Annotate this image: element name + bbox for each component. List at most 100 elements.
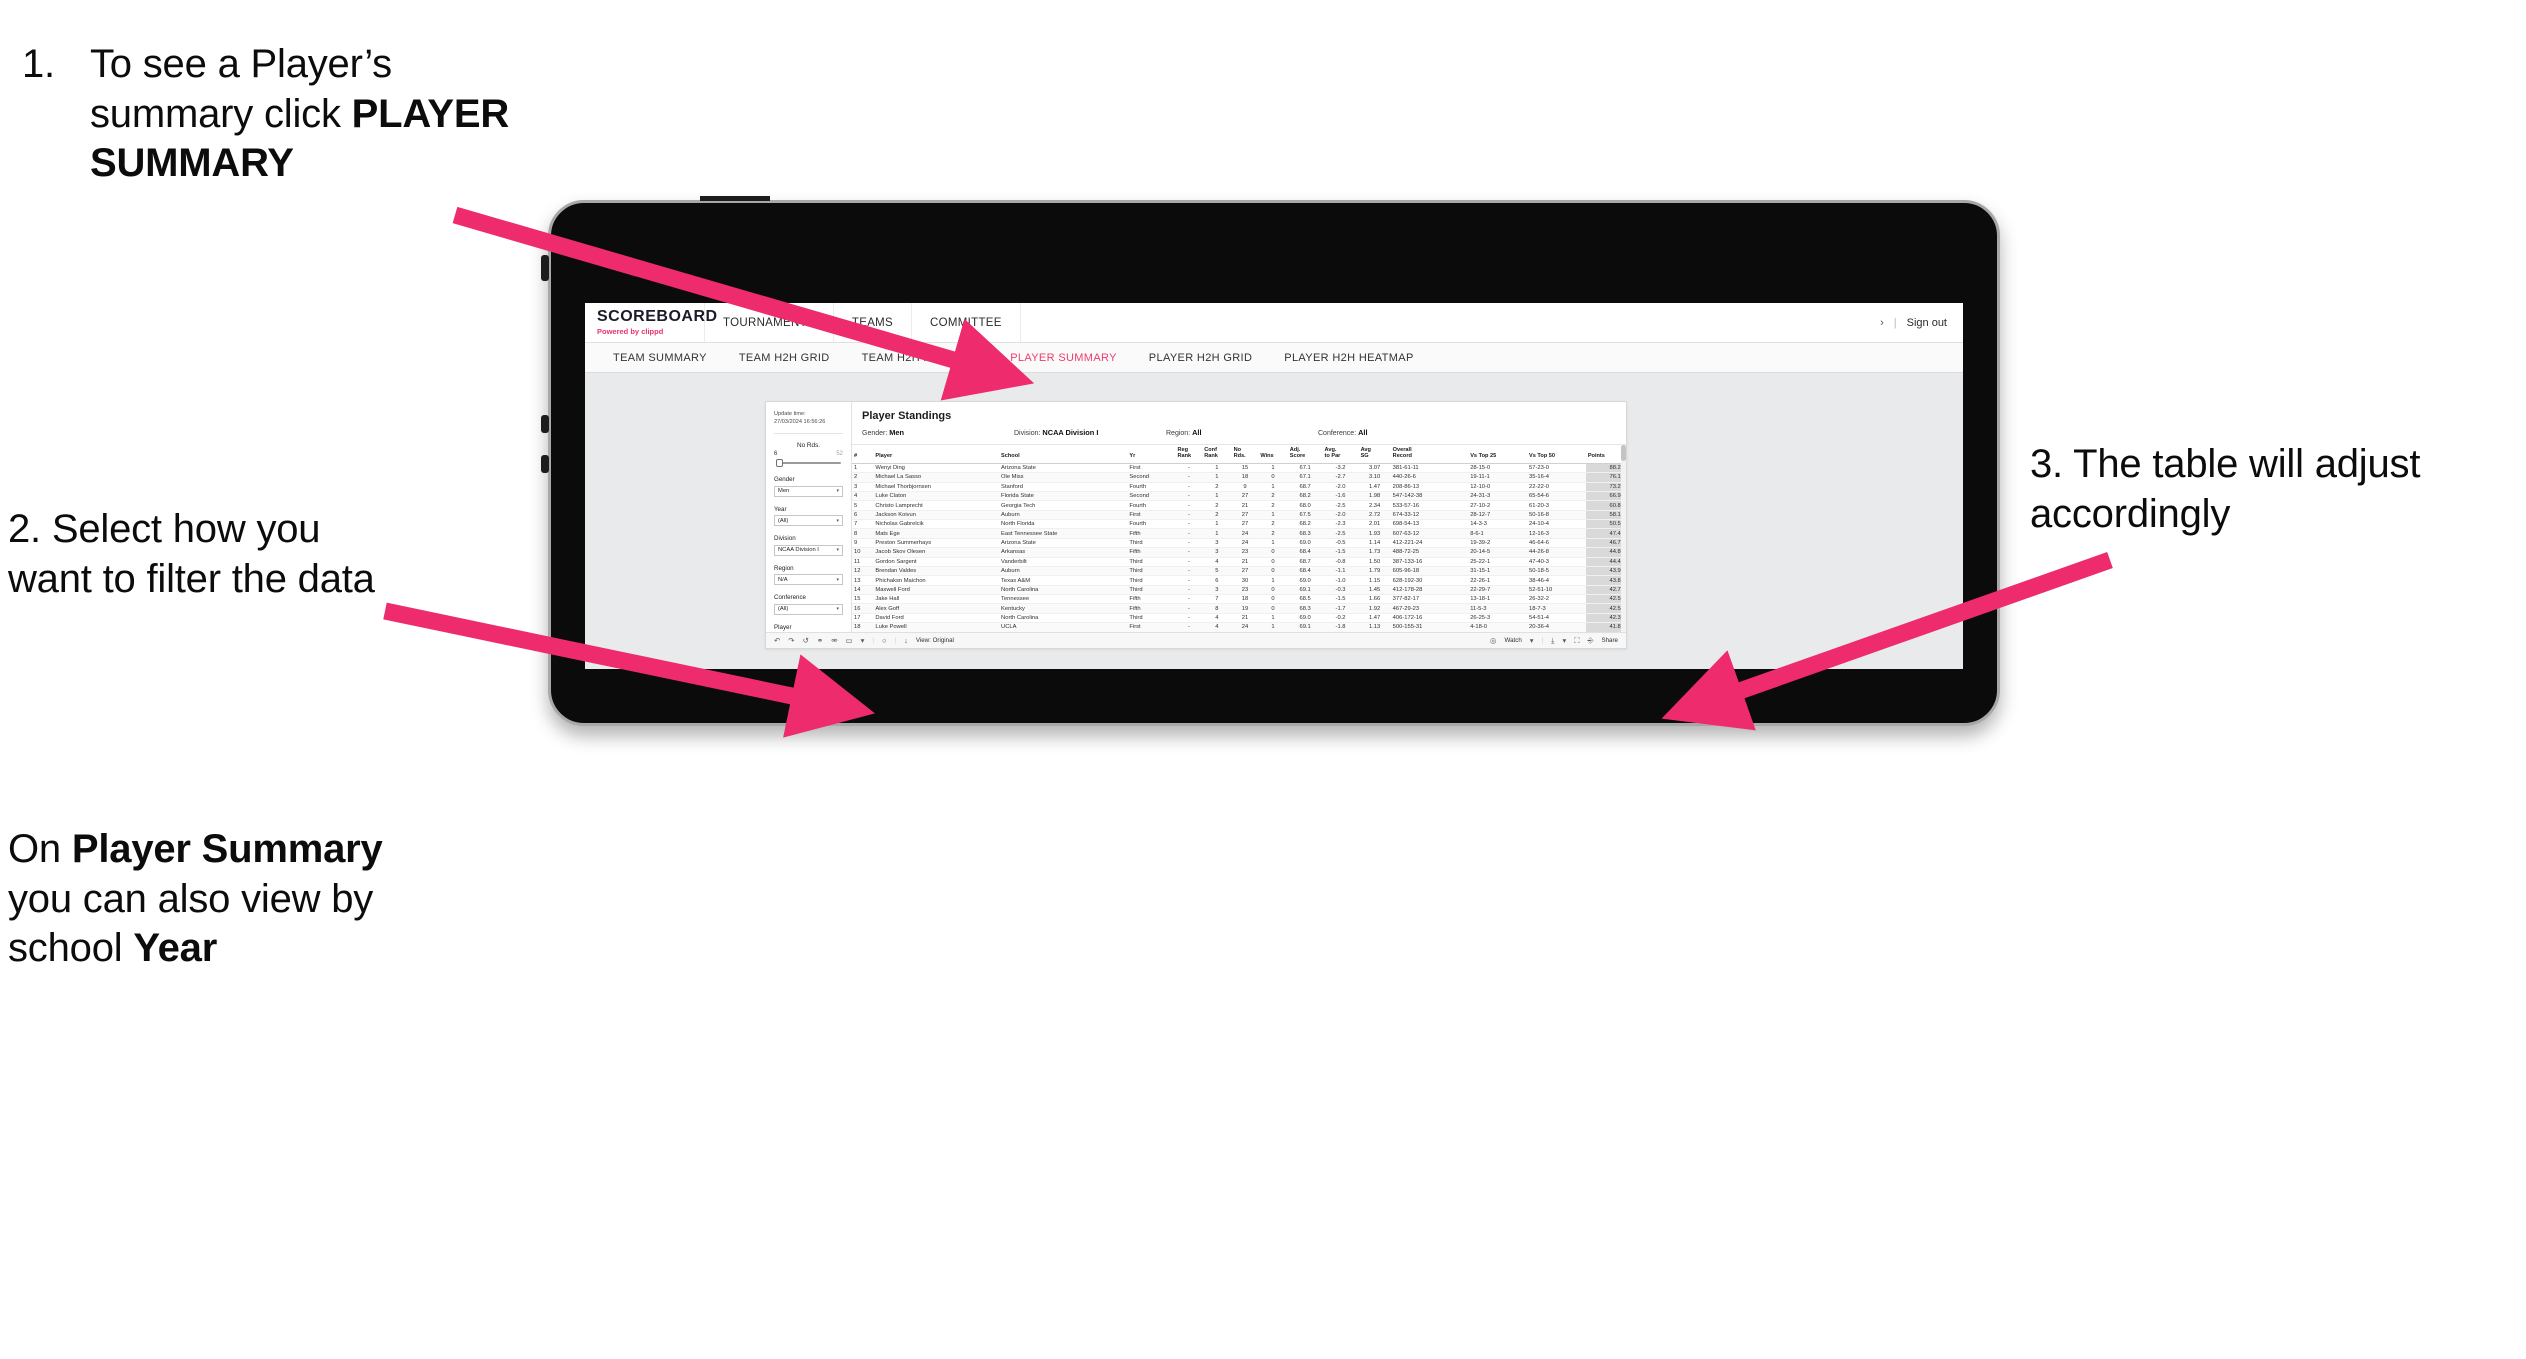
table-col-header[interactable]: Conf Rank bbox=[1202, 445, 1232, 464]
share-icon[interactable]: ⎆ bbox=[1587, 637, 1593, 645]
table-cell: 19-39-2 bbox=[1468, 538, 1527, 549]
table-cell: - bbox=[1175, 491, 1203, 502]
refresh-icon[interactable]: ⚭ bbox=[817, 637, 823, 645]
table-col-header[interactable]: Vs Top 25 bbox=[1468, 445, 1527, 464]
layout-icon[interactable]: ▭ bbox=[845, 637, 852, 645]
table-cell: - bbox=[1175, 463, 1203, 474]
tab-team-h2h-grid[interactable]: TEAM H2H GRID bbox=[723, 352, 846, 364]
table-row[interactable]: 4 Luke Claton Florida State Second -1 27 2 68.2… bbox=[852, 491, 1626, 502]
table-cell: 50.56 bbox=[1585, 519, 1626, 530]
table-col-header[interactable]: Adj. Score bbox=[1287, 445, 1323, 464]
table-cell: Arizona State bbox=[999, 538, 1128, 549]
table-cell: 605-96-18 bbox=[1390, 566, 1469, 577]
standings-table-wrapper[interactable]: # Player School Yr Reg Rank Conf Rank No Rds. Wins… bbox=[852, 444, 1626, 632]
tab-player-h2h-heatmap[interactable]: PLAYER H2H HEATMAP bbox=[1268, 352, 1429, 364]
table-row[interactable]: 18 Luke Powell UCLA First -4 24 1 69.1 -1.8 1.13 5… bbox=[852, 622, 1626, 632]
brand-logo[interactable]: SCOREBOARD Powered by clippd bbox=[585, 303, 717, 342]
chevron-down-icon[interactable]: ▾ bbox=[861, 637, 865, 645]
table-cell: 1 bbox=[1258, 622, 1288, 632]
table-row[interactable]: 3 Michael Thorbjornsen Stanford Fourth -2 9 1 6… bbox=[852, 482, 1626, 492]
tab-player-h2h-grid[interactable]: PLAYER H2H GRID bbox=[1133, 352, 1268, 364]
filter-select-conference[interactable]: (All) ▾ bbox=[774, 603, 843, 615]
table-cell: 0 bbox=[1258, 557, 1288, 567]
fullscreen-icon[interactable]: ⛶ bbox=[1574, 637, 1579, 645]
tab-team-h2h-heatmap[interactable]: TEAM H2H HEATMAP bbox=[846, 352, 995, 364]
table-row[interactable]: 9 Preston Summerhays Arizona State Third -3 2… bbox=[852, 538, 1626, 549]
sign-out-link[interactable]: Sign out bbox=[1907, 317, 1947, 329]
table-col-header[interactable]: Avg SG bbox=[1358, 445, 1391, 464]
share-button[interactable]: Share bbox=[1601, 637, 1618, 644]
no-rounds-slider[interactable] bbox=[774, 458, 843, 468]
table-cell: Third bbox=[1127, 613, 1176, 624]
table-cell: Alex Goff bbox=[873, 603, 1000, 614]
table-col-header[interactable]: Avg. to Par bbox=[1322, 445, 1359, 464]
table-cell: -2.0 bbox=[1322, 482, 1359, 492]
table-row[interactable]: 11 Gordon Sargent Vanderbilt Third -4 21 0 68.7… bbox=[852, 557, 1626, 567]
workbook-main: Update time: 27/03/2024 16:56:26 No Rds.… bbox=[766, 402, 1626, 645]
table-row[interactable]: 12 Brendan Valdes Auburn Third -5 27 0 68.4 -1.1… bbox=[852, 566, 1626, 577]
table-col-header[interactable]: # bbox=[852, 445, 874, 464]
download-icon[interactable]: ⤓ bbox=[1551, 637, 1554, 645]
table-cell: North Florida bbox=[999, 519, 1128, 530]
table-cell: 66.94 bbox=[1585, 491, 1626, 502]
table-cell: -1.8 bbox=[1322, 622, 1359, 632]
table-scrollbar[interactable] bbox=[1621, 445, 1626, 632]
filter-select-division[interactable]: NCAA Division I ▾ bbox=[774, 544, 843, 556]
table-row[interactable]: 15 Jake Hall Tennessee Fifth -7 18 0 68.5 -1.5 1.… bbox=[852, 594, 1626, 605]
table-cell: 68.2 bbox=[1287, 519, 1323, 530]
table-cell: 2.34 bbox=[1358, 500, 1391, 511]
filter-select-gender[interactable]: Men ▾ bbox=[774, 485, 843, 497]
table-row[interactable]: 10 Jacob Skov Olesen Arkansas Fifth -3 23 0 68.… bbox=[852, 547, 1626, 558]
nav-item-committee[interactable]: COMMITTEE bbox=[912, 303, 1021, 342]
nav-item-tournaments[interactable]: TOURNAMENTS bbox=[705, 303, 834, 342]
table-row[interactable]: 7 Nicholas Gabrelcik North Florida Fourth -1… bbox=[852, 519, 1626, 530]
tab-player-summary[interactable]: PLAYER SUMMARY bbox=[994, 352, 1133, 364]
table-col-header[interactable]: Vs Top 50 bbox=[1527, 445, 1586, 464]
table-col-header[interactable]: Points bbox=[1585, 445, 1626, 464]
undo-icon[interactable]: ↶ bbox=[774, 637, 780, 645]
table-col-header[interactable]: Yr bbox=[1127, 445, 1176, 464]
table-cell: 1 bbox=[1258, 575, 1288, 586]
pause-auto-update-icon[interactable]: ⚮ bbox=[831, 637, 837, 645]
table-col-header[interactable]: Overall Record bbox=[1390, 445, 1469, 464]
table-cell: Kentucky bbox=[999, 603, 1128, 614]
table-cell: 88.22 bbox=[1585, 463, 1626, 474]
chevron-down-icon[interactable]: ▾ bbox=[1530, 637, 1534, 645]
table-row[interactable]: 1 Wenyi Ding Arizona State First -1 15 1 67.1 -3… bbox=[852, 463, 1626, 474]
table-cell: -1.5 bbox=[1322, 547, 1359, 558]
table-col-header[interactable]: School bbox=[999, 445, 1128, 464]
table-row[interactable]: 5 Christo Lamprecht Georgia Tech Fourth -2 21… bbox=[852, 500, 1626, 511]
table-col-header[interactable]: Player bbox=[873, 445, 1000, 464]
table-cell: Fifth bbox=[1127, 603, 1176, 614]
table-cell: 50-16-8 bbox=[1527, 510, 1586, 521]
slider-handle[interactable] bbox=[776, 459, 783, 468]
filter-select-region[interactable]: N/A ▾ bbox=[774, 574, 843, 586]
chevron-down-icon: ▾ bbox=[836, 576, 839, 583]
table-row[interactable]: 6 Jackson Koivun Auburn First -2 27 1 67.5 -2.0 2… bbox=[852, 510, 1626, 521]
table-cell: 607-63-12 bbox=[1390, 528, 1469, 539]
nav-item-teams[interactable]: TEAMS bbox=[834, 303, 913, 342]
clock-icon[interactable]: ○ bbox=[882, 637, 887, 645]
table-cell: 9 bbox=[852, 538, 874, 549]
table-row[interactable]: 2 Michael La Sasso Ole Miss Second -1 18 0 67.1… bbox=[852, 472, 1626, 483]
table-col-header[interactable]: Reg Rank bbox=[1175, 445, 1203, 464]
table-col-header[interactable]: No Rds. bbox=[1231, 445, 1259, 464]
table-cell: 4 bbox=[852, 491, 874, 502]
update-time-value: 27/03/2024 16:56:26 bbox=[774, 419, 826, 426]
view-original-button[interactable]: View: Original bbox=[916, 637, 954, 644]
watch-button[interactable]: Watch bbox=[1504, 637, 1521, 644]
chevron-right-icon[interactable]: › bbox=[1880, 317, 1884, 329]
table-scrollbar-thumb[interactable] bbox=[1621, 445, 1626, 461]
table-row[interactable]: 8 Mats Ege East Tennessee State Fifth -1 24 2 6… bbox=[852, 528, 1626, 539]
tab-team-summary[interactable]: TEAM SUMMARY bbox=[597, 352, 723, 364]
table-row[interactable]: 13 Phichaksn Maichon Texas A&M Third -6 30 1 69… bbox=[852, 575, 1626, 586]
revert-icon[interactable]: ↺ bbox=[803, 637, 809, 645]
table-row[interactable]: 17 David Ford North Carolina Third -4 21 1 69.0… bbox=[852, 613, 1626, 624]
table-row[interactable]: 16 Alex Goff Kentucky Fifth -8 19 0 68.3 -1.7 1.9… bbox=[852, 603, 1626, 614]
chevron-down-icon[interactable]: ▾ bbox=[1562, 637, 1566, 645]
redo-icon[interactable]: ↷ bbox=[788, 637, 794, 645]
table-col-header[interactable]: Wins bbox=[1258, 445, 1288, 464]
table-cell: 42.55 bbox=[1585, 594, 1626, 605]
table-row[interactable]: 14 Maxwell Ford North Carolina Third -3 23 0 69… bbox=[852, 585, 1626, 596]
filter-select-year[interactable]: (All) ▾ bbox=[774, 515, 843, 527]
